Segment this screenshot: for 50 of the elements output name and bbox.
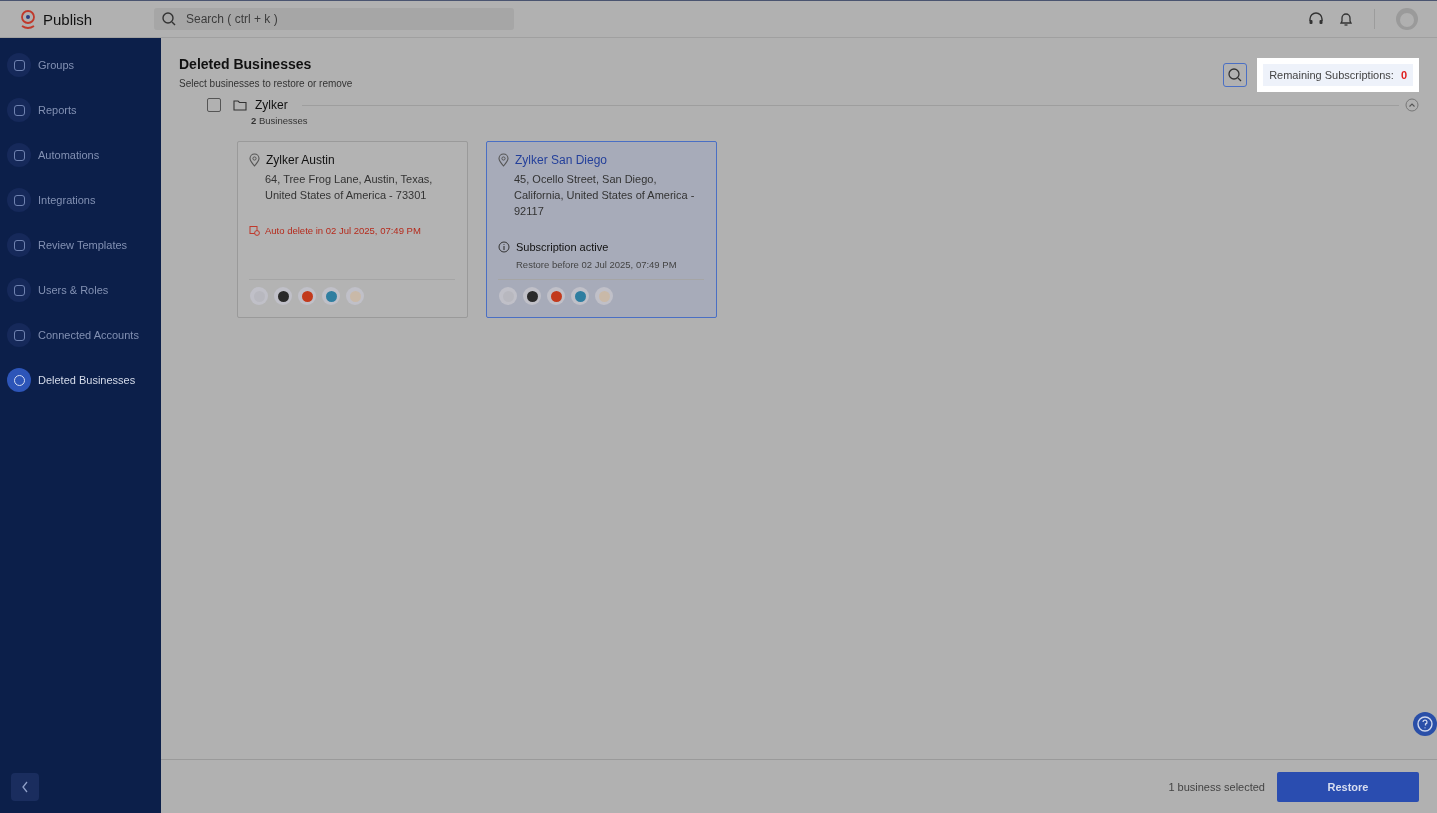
location-pin-icon: [498, 153, 509, 167]
calendar-delete-icon: [249, 225, 260, 236]
subscriptions-label: Remaining Subscriptions:: [1269, 69, 1394, 81]
folder-icon: [233, 99, 247, 111]
sidebar-item[interactable]: Review Templates: [7, 233, 161, 257]
business-card[interactable]: Zylker Austin 64, Tree Frog Lane, Austin, Texas, United States of America - 73301 Auto delete in 02 Jul 2025, 07:49 PM: [237, 141, 468, 318]
collapse-button[interactable]: [11, 773, 39, 801]
nav-icon: [7, 98, 31, 122]
sidebar-item[interactable]: Integrations: [7, 188, 161, 212]
sidebar-item[interactable]: Users & Roles: [7, 278, 161, 302]
sidebar-item[interactable]: Deleted Businesses: [7, 368, 161, 392]
restore-button[interactable]: Restore: [1277, 771, 1419, 802]
group-checkbox[interactable]: [207, 98, 221, 112]
business-card[interactable]: Zylker San Diego 45, Ocello Street, San Diego, California, United States of America - 92117 Subscription active Restore before 02 Jul 2025, 07:49 PM: [486, 141, 717, 318]
sidebar-item[interactable]: Reports: [7, 98, 161, 122]
group-name: Zylker: [255, 98, 288, 112]
business-address: 45, Ocello Street, San Diego, California, United States of America - 92117: [514, 172, 696, 219]
selection-count: 1 business selected: [1168, 780, 1265, 793]
search-icon: [1228, 68, 1243, 82]
sidebar-item[interactable]: Connected Accounts: [7, 323, 161, 347]
help-icon[interactable]: [1413, 712, 1437, 736]
location-pin-icon: [249, 153, 260, 167]
nav-icon: [7, 233, 31, 257]
nav-icon: [7, 278, 31, 302]
sidebar-item[interactable]: Groups: [7, 53, 161, 77]
nav-icon: [7, 368, 31, 392]
auto-delete-text: Auto delete in 02 Jul 2025, 07:49 PM: [265, 225, 421, 236]
sidebar-item[interactable]: Automations: [7, 143, 161, 167]
subscriptions-count: 0: [1400, 69, 1407, 81]
bell-icon[interactable]: [1338, 11, 1354, 27]
business-name: Zylker San Diego: [515, 153, 608, 167]
logo-icon: [19, 9, 37, 29]
page-subtitle: Select businesses to restore or remove: [179, 78, 353, 89]
nav-icon: [7, 143, 31, 167]
search-icon: [162, 12, 176, 26]
group-count: 2 Businesses: [251, 115, 309, 126]
subscription-status: Subscription active: [516, 241, 609, 253]
restore-deadline: Restore before 02 Jul 2025, 07:49 PM: [516, 259, 678, 270]
business-name: Zylker Austin: [266, 153, 335, 167]
page-title: Deleted Businesses: [179, 56, 313, 72]
nav-icon: [7, 323, 31, 347]
info-icon: [498, 241, 510, 253]
nav-icon: [7, 188, 31, 212]
business-address: 64, Tree Frog Lane, Austin, Texas, United States of America - 73301: [265, 172, 434, 203]
search-button[interactable]: [1223, 63, 1248, 87]
chevron-left-icon: [21, 781, 29, 793]
search-field[interactable]: Search ( ctrl + k ): [154, 8, 514, 30]
nav-icon: [7, 53, 31, 77]
app-title: Publish: [43, 10, 93, 28]
headset-icon[interactable]: [1308, 11, 1324, 27]
